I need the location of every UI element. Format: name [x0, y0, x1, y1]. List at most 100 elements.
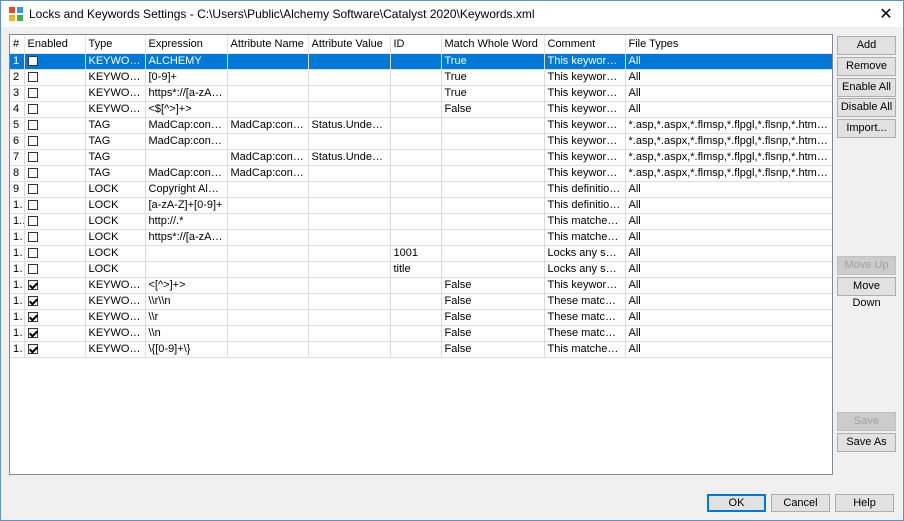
col-header-attribute-value[interactable]: Attribute Value: [308, 35, 391, 54]
cell-file-types[interactable]: All: [625, 341, 832, 358]
cell-enabled[interactable]: [24, 213, 86, 230]
cell-attribute-name[interactable]: [227, 213, 309, 230]
cell-match-whole-word[interactable]: [441, 261, 545, 278]
enabled-checkbox[interactable]: [27, 312, 38, 323]
cell-num[interactable]: 7: [10, 149, 25, 166]
help-button[interactable]: Help: [835, 494, 894, 512]
cell-attribute-value[interactable]: [308, 181, 391, 198]
cell-match-whole-word[interactable]: False: [441, 341, 545, 358]
enabled-checkbox[interactable]: [27, 152, 38, 163]
cell-comment[interactable]: This definition lo...: [544, 197, 626, 214]
cell-expression[interactable]: ALCHEMY: [145, 53, 228, 70]
cell-num[interactable]: 19: [10, 341, 25, 358]
cell-type[interactable]: TAG: [85, 149, 146, 166]
cell-type[interactable]: LOCK: [85, 261, 146, 278]
cell-attribute-value[interactable]: [308, 101, 391, 118]
ok-button[interactable]: OK: [707, 494, 766, 512]
cell-attribute-value[interactable]: [308, 261, 391, 278]
enable-all-button[interactable]: Enable All: [837, 78, 896, 97]
cell-expression[interactable]: [145, 245, 228, 262]
cell-enabled[interactable]: [24, 149, 86, 166]
cell-match-whole-word[interactable]: False: [441, 293, 545, 310]
cell-enabled[interactable]: [24, 293, 86, 310]
cell-comment[interactable]: This keyword m...: [544, 133, 626, 150]
cell-type[interactable]: KEYWORD: [85, 53, 146, 70]
cell-attribute-name[interactable]: [227, 197, 309, 214]
cell-attribute-name[interactable]: [227, 181, 309, 198]
cell-id[interactable]: [390, 149, 442, 166]
col-header-comment[interactable]: Comment: [544, 35, 626, 54]
cell-type[interactable]: LOCK: [85, 229, 146, 246]
cell-file-types[interactable]: All: [625, 197, 832, 214]
cell-expression[interactable]: https*://[a-zA-Z...: [145, 229, 228, 246]
table-row[interactable]: 16 KEYWORD\\r\\n FalseThese match diff...A…: [10, 293, 832, 310]
enabled-checkbox[interactable]: [27, 248, 38, 259]
cell-type[interactable]: KEYWORD: [85, 293, 146, 310]
cell-num[interactable]: 1: [10, 53, 25, 70]
cell-enabled[interactable]: [24, 133, 86, 150]
cell-enabled[interactable]: [24, 85, 86, 102]
cell-num[interactable]: 9: [10, 181, 25, 198]
cell-type[interactable]: TAG: [85, 165, 146, 182]
cell-expression[interactable]: \\r: [145, 309, 228, 326]
save-button[interactable]: Save: [837, 412, 896, 431]
enabled-checkbox[interactable]: [27, 216, 38, 227]
table-row[interactable]: 10 LOCK[a-zA-Z]+[0-9]+ This definition lo.…: [10, 197, 832, 214]
cell-id[interactable]: [390, 197, 442, 214]
cell-num[interactable]: 6: [10, 133, 25, 150]
close-icon[interactable]: ✕: [869, 1, 903, 27]
cell-type[interactable]: KEYWORD: [85, 309, 146, 326]
cell-num[interactable]: 15: [10, 277, 25, 294]
cell-expression[interactable]: MadCap:conditi...: [145, 117, 228, 134]
cell-match-whole-word[interactable]: False: [441, 309, 545, 326]
cell-enabled[interactable]: [24, 197, 86, 214]
cell-id[interactable]: [390, 85, 442, 102]
cell-match-whole-word[interactable]: False: [441, 277, 545, 294]
cell-match-whole-word[interactable]: [441, 165, 545, 182]
cell-enabled[interactable]: [24, 101, 86, 118]
cell-comment[interactable]: This definition ...: [544, 181, 626, 198]
cell-expression[interactable]: Copyright Alche...: [145, 181, 228, 198]
cell-id[interactable]: [390, 325, 442, 342]
cell-attribute-value[interactable]: [308, 69, 391, 86]
cell-attribute-name[interactable]: [227, 53, 309, 70]
cell-comment[interactable]: This matches an...: [544, 213, 626, 230]
cell-attribute-value[interactable]: [308, 165, 391, 182]
cell-expression[interactable]: [145, 149, 228, 166]
cell-id[interactable]: [390, 277, 442, 294]
col-header-attribute-name[interactable]: Attribute Name: [227, 35, 309, 54]
cell-id[interactable]: [390, 229, 442, 246]
table-row[interactable]: 4 KEYWORD<$[^>]+> FalseThis keyword m...Al…: [10, 101, 832, 118]
cell-num[interactable]: 17: [10, 309, 25, 326]
cell-expression[interactable]: MadCap:conditi...: [145, 165, 228, 182]
table-row[interactable]: 13 LOCK 1001 Locks any segm...All: [10, 245, 832, 262]
cell-id[interactable]: [390, 165, 442, 182]
cell-attribute-name[interactable]: [227, 309, 309, 326]
cell-expression[interactable]: [145, 261, 228, 278]
cell-attribute-name[interactable]: [227, 293, 309, 310]
cell-expression[interactable]: \\n: [145, 325, 228, 342]
cell-num[interactable]: 13: [10, 245, 25, 262]
cell-expression[interactable]: \\r\\n: [145, 293, 228, 310]
table-row[interactable]: 19 KEYWORD\{[0-9]+\} FalseThis matches nu.…: [10, 341, 832, 358]
cell-file-types[interactable]: All: [625, 53, 832, 70]
cell-attribute-value[interactable]: [308, 229, 391, 246]
cell-file-types[interactable]: All: [625, 261, 832, 278]
enabled-checkbox[interactable]: [27, 104, 38, 115]
cell-id[interactable]: [390, 117, 442, 134]
cell-id[interactable]: [390, 213, 442, 230]
cell-enabled[interactable]: [24, 53, 86, 70]
cell-comment[interactable]: This keyword m...: [544, 149, 626, 166]
enabled-checkbox[interactable]: [27, 72, 38, 83]
cell-file-types[interactable]: *.asp,*.aspx,*.flmsp,*.flpgl,*.flsnp,*.h…: [625, 165, 832, 182]
cell-type[interactable]: LOCK: [85, 197, 146, 214]
cell-type[interactable]: LOCK: [85, 181, 146, 198]
cell-type[interactable]: LOCK: [85, 213, 146, 230]
enabled-checkbox[interactable]: [27, 328, 38, 339]
cell-comment[interactable]: This keyword m...: [544, 117, 626, 134]
cell-file-types[interactable]: *.asp,*.aspx,*.flmsp,*.flpgl,*.flsnp,*.h…: [625, 133, 832, 150]
cell-attribute-value[interactable]: [308, 53, 391, 70]
cell-comment[interactable]: This keyword m...: [544, 165, 626, 182]
table-row[interactable]: 12 LOCKhttps*://[a-zA-Z... This matches an…: [10, 229, 832, 246]
col-header-enabled[interactable]: Enabled: [24, 35, 86, 54]
